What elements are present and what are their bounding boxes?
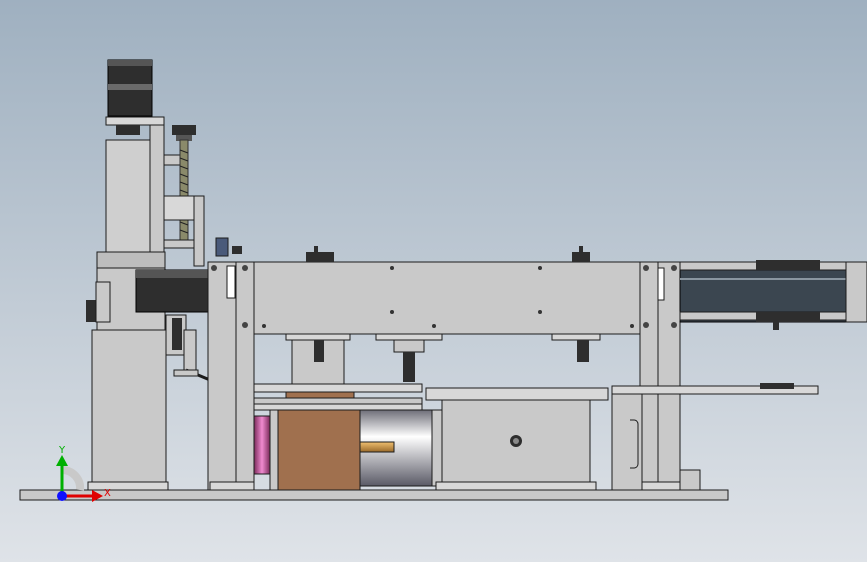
linear-actuator[interactable]	[679, 260, 867, 330]
side-servo-motor-face	[136, 270, 208, 278]
left-upright-inner	[235, 261, 255, 491]
magenta-disk	[253, 415, 271, 475]
lower-guide-carriage	[172, 318, 182, 350]
right-upright-inner	[639, 261, 659, 491]
actuator-carriage-pin	[773, 322, 779, 330]
head-center-mount	[375, 333, 443, 341]
left-upright-slot	[226, 265, 236, 299]
base-plate[interactable]	[19, 489, 729, 501]
cad-viewport[interactable]: Y X	[0, 0, 867, 562]
z-column-foot	[87, 481, 169, 491]
triad-z-axis	[57, 491, 67, 501]
left-upright-foot	[209, 481, 255, 491]
actuator-carriage-top	[756, 260, 820, 270]
head-center-body	[393, 339, 425, 353]
gearbox-top-plate	[425, 387, 609, 401]
gearbox-foot	[435, 481, 597, 491]
table-lower-plate	[253, 403, 423, 411]
z-pulley-left	[116, 125, 140, 135]
actuator-end-cap	[845, 261, 867, 323]
gearbox-port-inner	[513, 438, 519, 444]
disk-hub	[269, 409, 279, 491]
z-stepper-motor-band	[108, 84, 152, 90]
z-top-plate	[105, 116, 165, 126]
top-knob-right	[572, 252, 590, 262]
triad-x-label: X	[104, 488, 111, 499]
triad-y-label: Y	[58, 445, 66, 456]
assembly-side-view[interactable]: Y X	[0, 0, 867, 562]
lower-guide-arm	[183, 329, 197, 371]
top-knob-left-pin	[314, 246, 318, 252]
sensor-small	[232, 246, 242, 254]
cylinder-end-plate	[431, 409, 443, 487]
head-right-nozzle	[577, 340, 589, 362]
sensor-blue	[215, 237, 229, 257]
z-stepper-motor-cap	[108, 60, 152, 66]
table-top-plate	[253, 383, 423, 393]
z-pulley-right	[172, 125, 196, 135]
head-right-mount	[551, 333, 601, 341]
z-guide-plate	[193, 195, 205, 267]
actuator-stripe	[680, 278, 847, 280]
head-center-nozzle	[403, 352, 415, 382]
z-column-base	[91, 329, 167, 491]
z-nut-block	[163, 195, 197, 221]
cylinder-rod	[359, 441, 395, 453]
right-table-foot	[679, 469, 701, 491]
top-beam	[253, 261, 641, 335]
top-knob-left	[306, 252, 334, 262]
z-rail-plate	[149, 116, 165, 253]
top-knob-right-pin	[579, 246, 583, 252]
z-housing	[105, 139, 153, 253]
lower-guide-foot	[173, 369, 199, 377]
actuator-carriage-bottom	[756, 312, 820, 322]
head-left-mount	[285, 333, 351, 341]
left-clamp-plate	[95, 281, 111, 323]
z-motor-block	[96, 251, 166, 269]
table-top-plate-2	[253, 397, 423, 405]
right-table-block	[760, 383, 794, 389]
copper-block	[277, 409, 361, 491]
head-left-nozzle	[314, 340, 324, 362]
right-upright-slot	[657, 267, 665, 301]
fixture-plate	[285, 391, 355, 399]
z-lower-bracket	[163, 239, 195, 249]
